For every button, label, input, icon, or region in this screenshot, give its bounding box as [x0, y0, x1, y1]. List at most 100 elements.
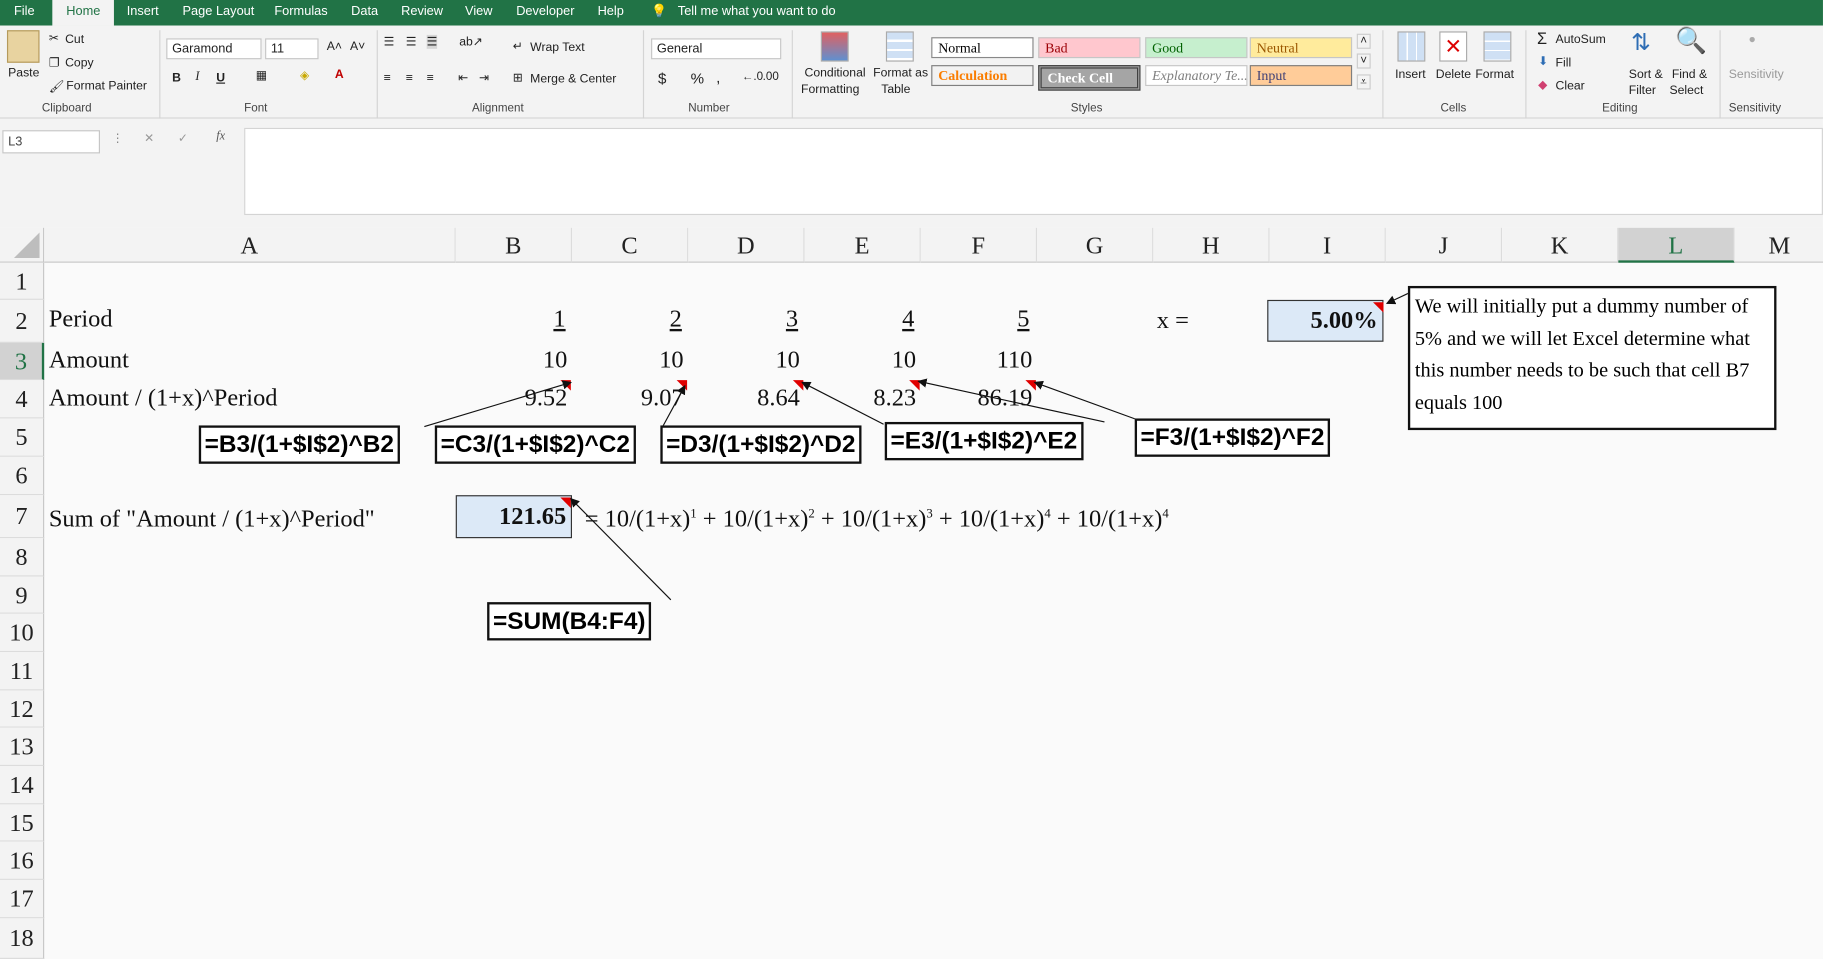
- callout-formula-f4: =F3/(1+$I$2)^F2: [1134, 418, 1331, 457]
- style-bad[interactable]: Bad: [1038, 37, 1141, 59]
- wrap-text-icon: ↵: [512, 39, 523, 54]
- format-as-table-button[interactable]: Format as: [873, 66, 928, 80]
- cancel-icon[interactable]: ✕: [144, 131, 154, 145]
- ribbon: Paste ✂ Cut ❐ Copy 🖌 Format Painter Clip…: [0, 25, 1823, 119]
- find-select-icon[interactable]: 🔍: [1675, 26, 1707, 56]
- paste-icon[interactable]: [6, 30, 40, 63]
- tab-home[interactable]: Home: [52, 0, 115, 26]
- tab-page-layout[interactable]: Page Layout: [183, 0, 255, 26]
- currency-button[interactable]: $: [658, 70, 666, 87]
- fill-button[interactable]: Fill: [1556, 56, 1572, 70]
- conditional-formatting-icon[interactable]: [820, 31, 849, 62]
- tab-insert[interactable]: Insert: [127, 0, 159, 26]
- font-size-dropdown[interactable]: 11: [265, 38, 319, 60]
- decrease-indent-icon[interactable]: ⇤: [458, 71, 468, 85]
- align-bottom-icon[interactable]: ☰: [426, 34, 438, 49]
- name-box[interactable]: L3: [2, 130, 100, 154]
- orientation-icon[interactable]: ab↗: [459, 35, 483, 49]
- tab-file[interactable]: File: [14, 0, 35, 26]
- styles-scroll-up-icon[interactable]: ˄: [1356, 33, 1371, 49]
- style-check-cell[interactable]: Check Cell: [1038, 65, 1141, 91]
- conditional-formatting-label2: Formatting: [801, 82, 860, 97]
- bold-button[interactable]: B: [172, 71, 181, 85]
- tab-data[interactable]: Data: [351, 0, 378, 26]
- enter-icon[interactable]: ✓: [178, 131, 188, 145]
- format-cells-icon[interactable]: [1483, 31, 1512, 62]
- format-painter-icon: 🖌: [48, 80, 65, 95]
- fill-color-icon[interactable]: ◈: [300, 69, 309, 83]
- comma-button[interactable]: ,: [716, 69, 720, 86]
- format-painter-button[interactable]: Format Painter: [66, 79, 147, 93]
- styles-scroll-down-icon[interactable]: ˅: [1356, 53, 1371, 69]
- align-right-icon[interactable]: ≡: [427, 71, 434, 85]
- increase-indent-icon[interactable]: ⇥: [479, 71, 489, 85]
- tell-me-search[interactable]: Tell me what you want to do: [678, 0, 836, 26]
- tab-review[interactable]: Review: [401, 0, 443, 26]
- format-cells-button[interactable]: Format: [1475, 67, 1514, 81]
- sort-filter-icon[interactable]: ⇅: [1631, 28, 1650, 57]
- style-input[interactable]: Input: [1249, 65, 1353, 87]
- align-middle-icon[interactable]: ☰: [406, 35, 417, 49]
- explanation-note: We will initially put a dummy number of …: [1407, 285, 1777, 431]
- spreadsheet-grid: ABCDEFGHIJKLM 1 2 3 4 5 6 7 8 9 10 11 12 13 14 15 16 17 1…: [0, 227, 1823, 959]
- style-neutral[interactable]: Neutral: [1249, 37, 1353, 59]
- callout-formula-d4: =D3/(1+$I$2)^D2: [660, 425, 862, 464]
- align-left-icon[interactable]: ≡: [384, 71, 391, 85]
- style-normal[interactable]: Normal: [931, 37, 1034, 59]
- sort-filter-label2: Filter: [1628, 83, 1656, 98]
- insert-cells-button[interactable]: Insert: [1395, 67, 1426, 81]
- borders-icon[interactable]: ▦: [256, 69, 268, 83]
- clear-button[interactable]: Clear: [1556, 79, 1585, 93]
- shrink-font-icon[interactable]: A˅: [350, 40, 365, 54]
- number-format-dropdown[interactable]: General: [651, 38, 782, 60]
- styles-more-icon[interactable]: ⩡: [1356, 74, 1371, 90]
- merge-icon: ⊞: [512, 70, 523, 85]
- find-select-label2: Select: [1669, 83, 1704, 98]
- increase-decimal-icon[interactable]: ←.0: [742, 71, 763, 84]
- align-top-icon[interactable]: ☰: [384, 35, 395, 49]
- percent-button[interactable]: %: [691, 70, 704, 87]
- cut-icon: ✂: [48, 31, 60, 46]
- copy-button[interactable]: Copy: [65, 56, 94, 70]
- delete-cells-button[interactable]: Delete: [1436, 67, 1471, 81]
- cells-group-label: Cells: [1440, 102, 1467, 116]
- tab-formulas[interactable]: Formulas: [274, 0, 327, 26]
- conditional-formatting-button[interactable]: Conditional: [805, 66, 866, 80]
- tab-developer[interactable]: Developer: [516, 0, 574, 26]
- callout-formula-b4: =B3/(1+$I$2)^B2: [198, 425, 400, 464]
- more-options-icon[interactable]: ⋮: [112, 131, 124, 145]
- find-select-button[interactable]: Find &: [1672, 67, 1707, 81]
- font-color-icon[interactable]: A: [335, 67, 344, 81]
- tab-view[interactable]: View: [465, 0, 493, 26]
- divider: [1382, 30, 1384, 119]
- formula-input[interactable]: [244, 127, 1823, 216]
- wrap-text-button[interactable]: Wrap Text: [530, 41, 585, 55]
- grow-font-icon[interactable]: A˄: [327, 40, 342, 54]
- divider: [642, 30, 645, 119]
- style-calculation[interactable]: Calculation: [931, 65, 1034, 87]
- style-good[interactable]: Good: [1145, 37, 1248, 59]
- merge-center-button[interactable]: Merge & Center: [530, 72, 616, 86]
- ribbon-tab-bar: File Home Insert Page Layout Formulas Da…: [0, 0, 1823, 26]
- style-explanatory[interactable]: Explanatory Te...: [1145, 65, 1248, 87]
- italic-button[interactable]: I: [195, 71, 199, 84]
- number-group-label: Number: [688, 102, 730, 116]
- delete-cells-icon[interactable]: ✕: [1439, 31, 1468, 62]
- align-center-icon[interactable]: ≡: [406, 71, 413, 85]
- decrease-decimal-icon[interactable]: .00: [763, 71, 779, 84]
- sensitivity-group-label: Sensitivity: [1728, 102, 1782, 116]
- font-group-label: Font: [244, 102, 268, 116]
- insert-function-icon[interactable]: fx: [216, 130, 225, 143]
- insert-cells-icon[interactable]: [1397, 31, 1426, 62]
- underline-button[interactable]: U: [216, 71, 225, 85]
- autosum-button[interactable]: AutoSum: [1556, 33, 1606, 47]
- cut-button[interactable]: Cut: [65, 33, 84, 47]
- format-as-table-icon[interactable]: [885, 31, 914, 62]
- sort-filter-button[interactable]: Sort &: [1629, 67, 1663, 81]
- fill-icon: ⬇: [1538, 54, 1549, 69]
- font-name-dropdown[interactable]: Garamond: [166, 38, 262, 60]
- sensitivity-icon: ●: [1748, 32, 1756, 47]
- paste-button[interactable]: Paste: [8, 66, 39, 80]
- tab-help[interactable]: Help: [598, 0, 624, 26]
- sensitivity-button[interactable]: Sensitivity: [1729, 67, 1784, 81]
